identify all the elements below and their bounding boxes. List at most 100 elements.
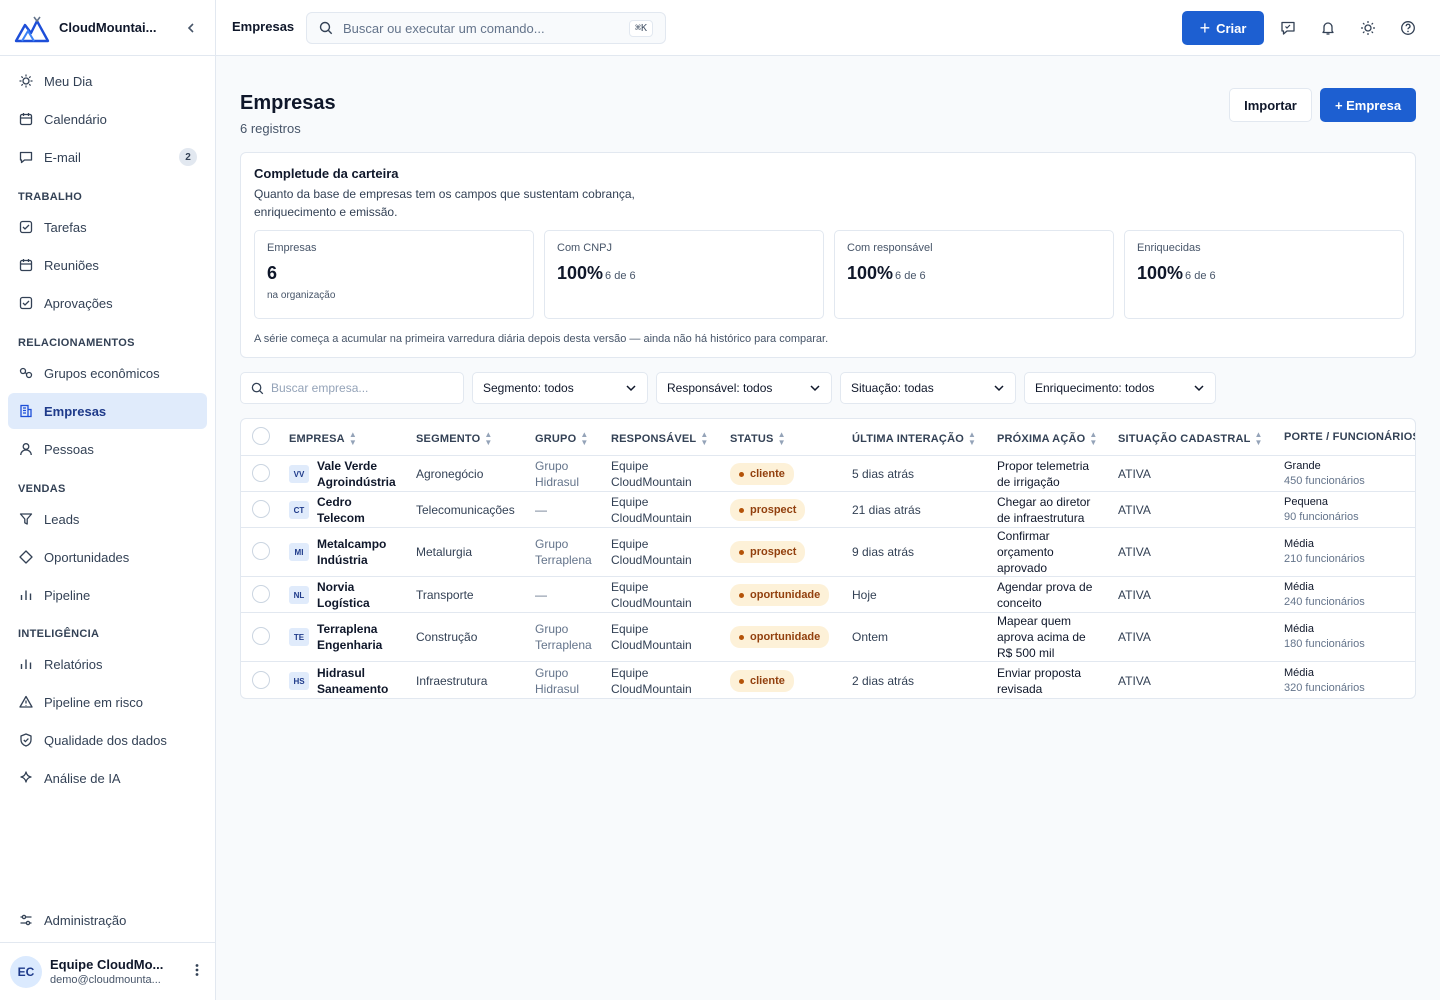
size-label: Média <box>1284 538 1314 550</box>
radio-circle[interactable] <box>252 671 270 689</box>
last-interaction-cell: 5 dias atrás <box>852 467 915 481</box>
owner-cell: Equipe CloudMountain <box>611 666 692 696</box>
sidebar-item-empresas[interactable]: Empresas <box>8 393 207 429</box>
sidebar-item-label: Pipeline em risco <box>44 694 143 710</box>
size-cell: Média 320 funcionários <box>1284 666 1365 696</box>
column-header-proxima-acao[interactable]: PRÓXIMA AÇÃO ▲ ▼ <box>997 431 1098 447</box>
status-cell: cliente <box>730 463 794 485</box>
table-row[interactable]: TE Terraplena Engenharia Construção Grup… <box>241 612 1415 661</box>
row-select-radio[interactable] <box>252 500 270 518</box>
avatar[interactable]: EC <box>10 955 42 988</box>
sidebar-item-analise-de-ia[interactable]: Análise de IA <box>8 760 207 796</box>
column-header-porte[interactable]: PORTE / FUNCIONÁRIOS <box>1284 431 1415 443</box>
help-icon[interactable] <box>1396 16 1420 40</box>
sort-icon: ▲ ▼ <box>348 430 357 447</box>
sidebar-item-grupos-economicos[interactable]: Grupos econômicos <box>8 355 207 391</box>
table-row[interactable]: HS Hidrasul Saneamento Infraestrutura Gr… <box>241 661 1415 698</box>
sparkle-icon <box>18 770 34 786</box>
column-header-situacao-cadastral[interactable]: SITUAÇÃO CADASTRAL ▲ ▼ <box>1118 431 1263 447</box>
column-header-status[interactable]: STATUS ▲ ▼ <box>730 431 786 447</box>
user-icon <box>18 441 34 457</box>
sidebar-item-relatorios[interactable]: Relatórios <box>8 646 207 682</box>
table-row[interactable]: MI Metalcampo Indústria Metalurgia Grupo… <box>241 527 1415 576</box>
column-header-label: RESPONSÁVEL <box>611 433 697 445</box>
company-name-link[interactable]: Norvia Logística <box>317 579 387 611</box>
sidebar-item-meu-dia[interactable]: Meu Dia <box>8 63 207 99</box>
size-cell: Média 210 funcionários <box>1284 537 1365 567</box>
column-header-ultima-interacao[interactable]: ÚLTIMA INTERAÇÃO ▲ ▼ <box>852 431 976 447</box>
radio-circle[interactable] <box>252 627 270 645</box>
sidebar-item-administracao[interactable]: Administração <box>8 902 207 938</box>
more-vertical-icon[interactable] <box>189 963 205 980</box>
radio-circle[interactable] <box>252 500 270 518</box>
segment-filter-select[interactable]: Segmento: todos <box>472 372 648 404</box>
sidebar-item-pipeline[interactable]: Pipeline <box>8 577 207 613</box>
column-header-label: SITUAÇÃO CADASTRAL <box>1118 433 1251 445</box>
column-header-label: STATUS <box>730 433 774 445</box>
column-header-empresa[interactable]: EMPRESA ▲ ▼ <box>289 431 357 447</box>
section-label-relacionamentos: RELACIONAMENTOS <box>18 337 135 349</box>
group-cell: — <box>535 588 547 602</box>
company-name-link[interactable]: Cedro Telecom <box>317 494 387 526</box>
next-action-cell: Enviar proposta revisada <box>997 666 1082 696</box>
calendar-icon <box>18 257 34 273</box>
sidebar-item-tarefas[interactable]: Tarefas <box>8 209 207 245</box>
company-name-link[interactable]: Terraplena Engenharia <box>317 621 407 653</box>
company-name-link[interactable]: Hidrasul Saneamento <box>317 665 407 697</box>
row-select-radio[interactable] <box>252 671 270 689</box>
radio-circle[interactable] <box>252 427 270 445</box>
status-filter-select[interactable]: Situação: todas <box>840 372 1016 404</box>
page-title: Empresas <box>240 92 336 114</box>
table-row[interactable]: CT Cedro Telecom Telecomunicações — Equi… <box>241 491 1415 527</box>
segment-cell: Construção <box>416 630 478 644</box>
column-header-segmento[interactable]: SEGMENTO ▲ ▼ <box>416 431 492 447</box>
row-select-radio[interactable] <box>252 627 270 645</box>
feedback-icon[interactable] <box>1276 16 1300 40</box>
radio-circle[interactable] <box>252 464 270 482</box>
sidebar-item-calendario[interactable]: Calendário <box>8 101 207 137</box>
sidebar-item-pipeline-em-risco[interactable]: Pipeline em risco <box>8 684 207 720</box>
row-select-radio[interactable] <box>252 542 270 560</box>
company-name-link[interactable]: Vale Verde Agroindústria <box>317 458 407 490</box>
column-header-label: PRÓXIMA AÇÃO <box>997 433 1086 445</box>
radio-circle[interactable] <box>252 585 270 603</box>
sidebar-item-label: Leads <box>44 511 80 527</box>
group-cell: Grupo Terraplena <box>535 537 592 567</box>
theme-sun-icon[interactable] <box>1356 16 1380 40</box>
company-initials-badge: CT <box>289 501 309 519</box>
sidebar-item-qualidade-dos-dados[interactable]: Qualidade dos dados <box>8 722 207 758</box>
row-select-radio[interactable] <box>252 585 270 603</box>
table-row[interactable]: NL Norvia Logística Transporte — Equipe … <box>241 576 1415 612</box>
select-all-radio[interactable] <box>252 427 270 445</box>
user-email: demo@cloudmounta... <box>50 974 161 986</box>
enrichment-filter-select[interactable]: Enriquecimento: todos <box>1024 372 1216 404</box>
column-header-responsavel[interactable]: RESPONSÁVEL ▲ ▼ <box>611 431 708 447</box>
sidebar-item-email[interactable]: E-mail 2 <box>8 139 207 175</box>
keyboard-shortcut: ⌘K <box>628 19 653 37</box>
sidebar-item-reunioes[interactable]: Reuniões <box>8 247 207 283</box>
add-company-button[interactable]: + Empresa <box>1320 88 1416 122</box>
bell-icon[interactable] <box>1316 16 1340 40</box>
status-cell: oportunidade <box>730 626 830 648</box>
company-name-link[interactable]: Metalcampo Indústria <box>317 536 407 568</box>
sidebar-item-leads[interactable]: Leads <box>8 501 207 537</box>
company-search-input[interactable]: Buscar empresa... <box>240 372 464 404</box>
import-button[interactable]: Importar <box>1229 88 1312 122</box>
command-search-input[interactable]: Buscar ou executar um comando... ⌘K <box>306 12 666 44</box>
row-select-radio[interactable] <box>252 464 270 482</box>
segment-cell: Agronegócio <box>416 467 484 481</box>
sort-icon: ▲ ▼ <box>484 430 493 447</box>
create-button[interactable]: + Criar <box>1182 11 1264 45</box>
kpi-value: 100% 6 de 6 <box>1137 263 1391 284</box>
sidebar-item-pessoas[interactable]: Pessoas <box>8 431 207 467</box>
chevron-left-icon[interactable] <box>181 18 201 38</box>
owner-filter-select[interactable]: Responsável: todos <box>656 372 832 404</box>
radio-circle[interactable] <box>252 542 270 560</box>
column-header-grupo[interactable]: GRUPO ▲ ▼ <box>535 431 588 447</box>
sun-icon <box>18 73 34 89</box>
mountain-logo-icon[interactable] <box>14 11 50 45</box>
sidebar-item-aprovacoes[interactable]: Aprovações <box>8 285 207 321</box>
user-profile[interactable]: EC Equipe CloudMo... demo@cloudmounta... <box>0 942 215 1000</box>
sidebar-item-oportunidades[interactable]: Oportunidades <box>8 539 207 575</box>
table-row[interactable]: VV Vale Verde Agroindústria Agronegócio … <box>241 455 1415 491</box>
